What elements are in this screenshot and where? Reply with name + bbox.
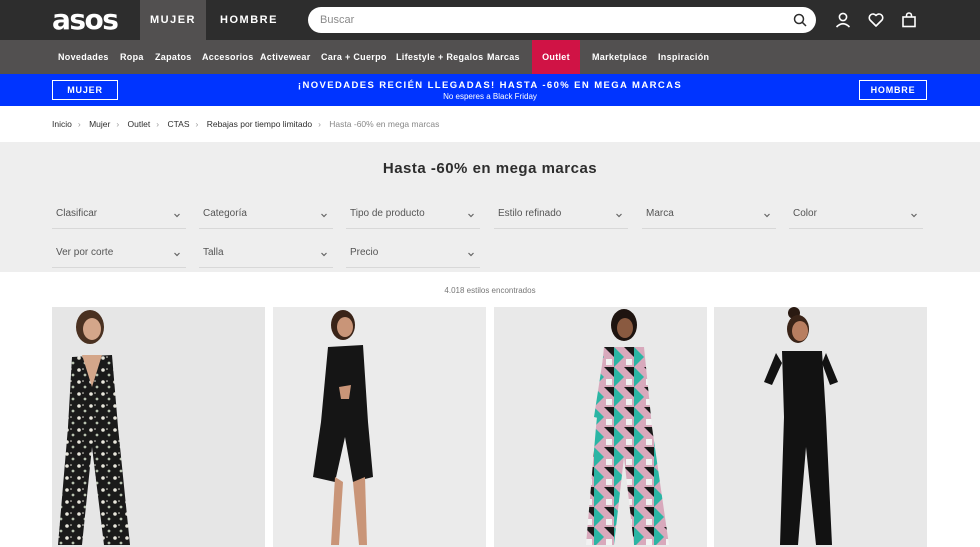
breadcrumb-mujer[interactable]: Mujer <box>89 119 110 129</box>
promo-subtitle: No esperes a Black Friday <box>443 92 537 101</box>
nav-item-marketplace[interactable]: Marketplace <box>592 40 647 74</box>
filter-ver-por-corte[interactable]: Ver por corte <box>52 241 186 268</box>
chevron-down-icon <box>174 252 180 257</box>
breadcrumb-separator: › <box>77 119 81 129</box>
results-count: 4.018 estilos encontrados <box>444 286 536 295</box>
promo-banner: MUJER ¡NOVEDADES RECIÉN LLEGADAS! HASTA … <box>0 74 980 106</box>
filter-label: Talla <box>203 247 224 258</box>
nav-item-accesorios[interactable]: Accesorios <box>202 40 254 74</box>
chevron-down-icon <box>174 213 180 218</box>
filter-tipo-producto[interactable]: Tipo de producto <box>346 202 480 229</box>
breadcrumb-ctas[interactable]: CTAS <box>167 119 189 129</box>
filter-area: Hasta -60% en mega marcas Clasificar Cat… <box>0 142 980 272</box>
page-title: Hasta -60% en mega marcas <box>382 160 598 177</box>
top-header: asos MUJER HOMBRE <box>0 0 980 40</box>
filter-talla[interactable]: Talla <box>199 241 333 268</box>
promo-mujer-button[interactable]: MUJER <box>52 80 118 100</box>
breadcrumb-separator: › <box>116 119 120 129</box>
filter-label: Marca <box>646 208 674 219</box>
nav-item-cara-cuerpo[interactable]: Cara + Cuerpo <box>321 40 387 74</box>
breadcrumb-rebajas[interactable]: Rebajas por tiempo limitado <box>207 119 312 129</box>
product-card[interactable] <box>714 307 927 547</box>
chevron-down-icon <box>764 213 770 218</box>
breadcrumb-separator: › <box>318 119 321 129</box>
product-image-floral-jumpsuit <box>52 307 265 547</box>
product-card[interactable] <box>273 307 486 547</box>
nav-item-zapatos[interactable]: Zapatos <box>155 40 192 74</box>
chevron-down-icon <box>468 213 474 218</box>
filter-label: Precio <box>350 247 379 258</box>
filter-marca[interactable]: Marca <box>642 202 776 229</box>
breadcrumb-separator: › <box>156 119 160 129</box>
filter-label: Color <box>793 208 817 219</box>
tab-mujer[interactable]: MUJER <box>140 0 206 40</box>
chevron-down-icon <box>468 252 474 257</box>
nav-item-novedades[interactable]: Novedades <box>58 40 109 74</box>
breadcrumb-current: Hasta -60% en mega marcas <box>329 119 440 129</box>
filter-label: Estilo refinado <box>498 208 562 219</box>
breadcrumb-separator: › <box>195 119 199 129</box>
breadcrumb-outlet[interactable]: Outlet <box>128 119 151 129</box>
promo-title[interactable]: ¡NOVEDADES RECIÉN LLEGADAS! HASTA -60% E… <box>250 80 730 91</box>
search-icon[interactable] <box>792 12 808 28</box>
nav-item-ropa[interactable]: Ropa <box>120 40 144 74</box>
chevron-down-icon <box>321 252 327 257</box>
search-input[interactable] <box>320 7 780 33</box>
user-icon[interactable] <box>834 11 852 29</box>
nav-item-outlet[interactable]: Outlet <box>532 40 580 74</box>
search-bar <box>308 7 816 33</box>
chevron-down-icon <box>911 213 917 218</box>
category-nav: Novedades Ropa Zapatos Accesorios Active… <box>0 40 980 74</box>
filter-precio[interactable]: Precio <box>346 241 480 268</box>
filter-label: Categoría <box>203 208 247 219</box>
breadcrumb: Inicio › Mujer › Outlet › CTAS › Rebajas por… <box>52 119 439 129</box>
promo-hombre-button[interactable]: HOMBRE <box>859 80 927 100</box>
nav-item-activewear[interactable]: Activewear <box>260 40 311 74</box>
filter-label: Tipo de producto <box>350 208 425 219</box>
product-image-lace-jumpsuit <box>714 307 927 547</box>
asos-logo[interactable]: asos <box>52 4 119 36</box>
breadcrumb-inicio[interactable]: Inicio <box>52 119 72 129</box>
product-image-black-culotte-jumpsuit <box>273 307 486 547</box>
filter-color[interactable]: Color <box>789 202 923 229</box>
filter-label: Clasificar <box>56 208 98 219</box>
nav-item-lifestyle[interactable]: Lifestyle + Regalos <box>396 40 483 74</box>
product-card[interactable] <box>494 307 707 547</box>
heart-icon[interactable] <box>867 11 885 29</box>
product-image-printed-wide-jumpsuit <box>494 307 707 547</box>
filter-label: Ver por corte <box>56 247 114 258</box>
filter-categoria[interactable]: Categoría <box>199 202 333 229</box>
chevron-down-icon <box>321 213 327 218</box>
nav-item-inspiracion[interactable]: Inspiración <box>658 40 709 74</box>
nav-item-marcas[interactable]: Marcas <box>487 40 520 74</box>
filter-estilo-refinado[interactable]: Estilo refinado <box>494 202 628 229</box>
product-card[interactable] <box>52 307 265 547</box>
bag-icon[interactable] <box>900 11 918 29</box>
tab-hombre[interactable]: HOMBRE <box>212 0 286 40</box>
filter-clasificar[interactable]: Clasificar <box>52 202 186 229</box>
chevron-down-icon <box>616 213 622 218</box>
